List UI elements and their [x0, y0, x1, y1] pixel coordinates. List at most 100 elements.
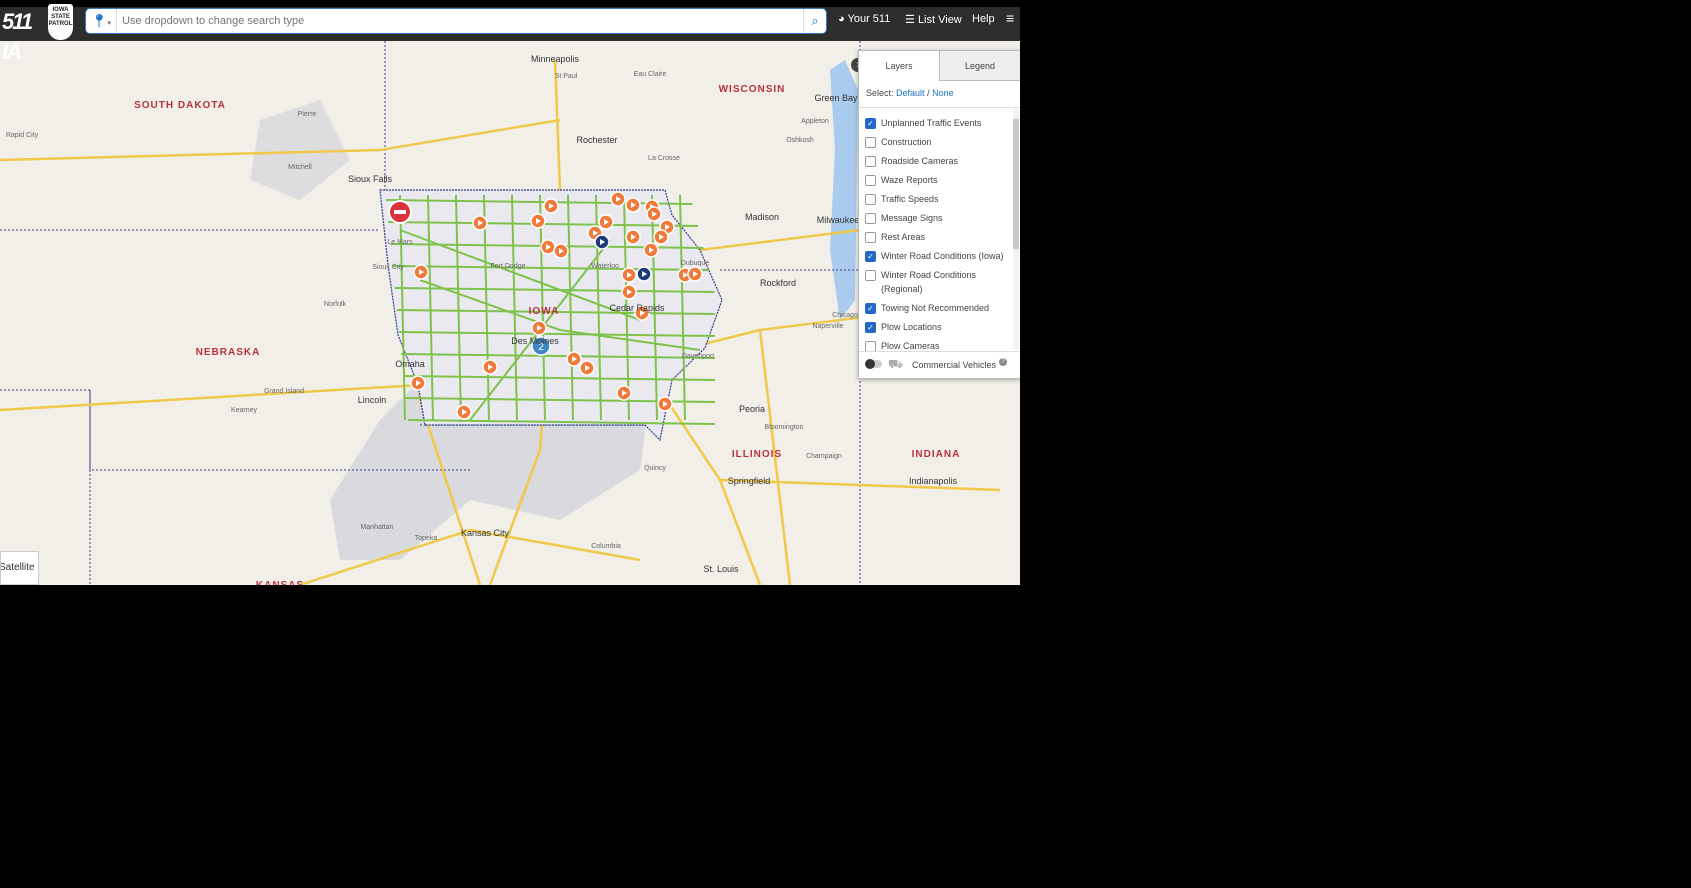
layer-checkbox[interactable]: ✓: [865, 303, 876, 314]
search-bar: 📍︎▾ ⌕: [85, 8, 827, 34]
city-label: Dubuque: [681, 260, 710, 267]
layer-label: Plow Locations: [881, 322, 942, 332]
scrollbar-thumb[interactable]: [1013, 119, 1019, 249]
layer-label: Towing Not Recommended: [881, 303, 990, 313]
city-label: Minneapolis: [531, 54, 580, 64]
commercial-vehicles-toggle[interactable]: [865, 359, 882, 369]
state-label: INDIANA: [912, 449, 961, 460]
city-label: Lincoln: [358, 395, 387, 405]
city-label: Mitchell: [288, 164, 312, 171]
layer-checkbox[interactable]: ✓: [865, 251, 876, 262]
state-label: IOWA: [529, 306, 560, 317]
layer-label: Rest Areas: [881, 232, 926, 242]
city-label: Springfield: [728, 476, 771, 486]
city-label: Eau Claire: [634, 71, 667, 78]
top-strip: [0, 0, 1020, 7]
layer-checkbox[interactable]: [865, 175, 876, 186]
city-label: Rockford: [760, 278, 796, 288]
location-pin-icon: 📍︎: [90, 13, 108, 28]
search-type-dropdown[interactable]: 📍︎▾: [86, 9, 117, 33]
logo-511[interactable]: 511 IA: [2, 7, 42, 64]
layer-select: Select: Default / None: [866, 88, 954, 98]
layer-item[interactable]: Waze Reports: [865, 173, 1005, 187]
city-label: Green Bay: [814, 93, 858, 103]
user-icon: ◕: [838, 13, 845, 25]
city-label: Appleton: [801, 118, 829, 125]
hamburger-menu-icon[interactable]: ≡: [1006, 10, 1014, 26]
layer-checkbox[interactable]: [865, 156, 876, 167]
truck-icon: ⛟︎: [888, 357, 904, 371]
state-label: WISCONSIN: [719, 84, 786, 95]
layer-checkbox[interactable]: [865, 137, 876, 148]
layer-label: Winter Road Conditions (Iowa): [881, 251, 1004, 261]
layer-label: Unplanned Traffic Events: [881, 118, 982, 128]
app: 2 SOUTH DAKOTA NEBRASKA WISCONSIN IOWA ILLINO…: [0, 0, 1020, 585]
layer-label: Roadside Cameras: [881, 156, 959, 166]
city-label: Omaha: [395, 359, 425, 369]
state-label: KANSAS: [256, 580, 304, 585]
city-label: Sioux City: [372, 264, 404, 271]
city-label: Rochester: [576, 135, 617, 145]
layer-item[interactable]: ✓ Winter Road Conditions (Iowa): [865, 249, 1005, 263]
list-view-button[interactable]: ☰ List View: [905, 13, 962, 26]
city-label: Kansas City: [461, 528, 510, 538]
layer-list: ✓ Unplanned Traffic Events Construction Roa…: [859, 107, 1020, 354]
city-label: Topeka: [415, 535, 438, 542]
top-bar: 511 IA IOWA STATE PATROL 📍︎▾ ⌕ ◕ Your 51…: [0, 4, 1020, 64]
tab-legend[interactable]: Legend: [939, 51, 1020, 81]
your-511-button[interactable]: ◕ Your 511: [838, 13, 890, 25]
help-icon[interactable]: ?: [999, 358, 1007, 366]
layer-item[interactable]: ✓ Plow Locations: [865, 320, 1005, 334]
layer-item[interactable]: Rest Areas: [865, 230, 1005, 244]
layer-item[interactable]: Message Signs: [865, 211, 1005, 225]
layer-checkbox[interactable]: [865, 232, 876, 243]
city-label: Le Mars: [387, 239, 413, 246]
layer-item[interactable]: ✓ Towing Not Recommended: [865, 301, 1005, 315]
satellite-label: Satellite: [0, 562, 35, 573]
city-label: Quincy: [644, 465, 666, 472]
city-label: Rapid City: [6, 132, 39, 139]
layer-item[interactable]: Construction: [865, 135, 1005, 149]
layer-checkbox[interactable]: [865, 270, 876, 281]
your-511-label: Your 511: [847, 13, 891, 25]
city-label: Norfolk: [324, 301, 347, 308]
layer-label: Construction: [881, 137, 932, 147]
layer-item[interactable]: ✓ Unplanned Traffic Events: [865, 116, 1005, 130]
city-label: Sioux Falls: [348, 174, 393, 184]
select-default-link[interactable]: Default: [896, 88, 925, 98]
city-label: Oshkosh: [786, 137, 814, 144]
city-label: Champaign: [806, 453, 842, 460]
search-icon: ⌕: [811, 13, 819, 28]
tab-layers[interactable]: Layers: [859, 51, 939, 81]
layers-panel: Layers Legend Select: Default / None ✓ Un…: [858, 50, 1020, 379]
city-label: Indianapolis: [909, 476, 958, 486]
list-view-label: List View: [917, 14, 962, 26]
city-label: Waterloo: [591, 263, 619, 270]
commercial-vehicles-row: ⛟︎ Commercial Vehicles ?: [859, 351, 1020, 378]
list-icon: ☰: [905, 14, 915, 26]
city-label: St Paul: [555, 73, 578, 80]
layer-list-scrollbar[interactable]: [1013, 109, 1019, 349]
layer-checkbox[interactable]: ✓: [865, 322, 876, 333]
help-link[interactable]: Help: [972, 13, 995, 25]
layer-item[interactable]: Roadside Cameras: [865, 154, 1005, 168]
layer-item[interactable]: Traffic Speeds: [865, 192, 1005, 206]
search-button[interactable]: ⌕: [803, 9, 826, 33]
satellite-toggle-button[interactable]: Satellite: [0, 551, 39, 585]
layer-checkbox[interactable]: [865, 213, 876, 224]
city-label: Davenport: [682, 353, 714, 360]
city-label: Des Moines: [511, 336, 559, 346]
city-label: Grand Island: [264, 388, 304, 395]
city-label: Fort Dodge: [490, 263, 525, 270]
city-label: Pierre: [298, 111, 317, 118]
layer-checkbox[interactable]: [865, 194, 876, 205]
city-label: La Crosse: [648, 155, 680, 162]
search-input[interactable]: [120, 11, 784, 31]
commercial-vehicles-label: Commercial Vehicles: [912, 360, 997, 370]
iowa-state-patrol-logo[interactable]: IOWA STATE PATROL: [48, 4, 73, 40]
select-none-link[interactable]: None: [932, 88, 954, 98]
closed-bar: [394, 210, 406, 214]
city-label: Bloomington: [765, 424, 804, 431]
layer-checkbox[interactable]: ✓: [865, 118, 876, 129]
layer-item[interactable]: Winter Road Conditions (Regional): [865, 268, 1005, 296]
